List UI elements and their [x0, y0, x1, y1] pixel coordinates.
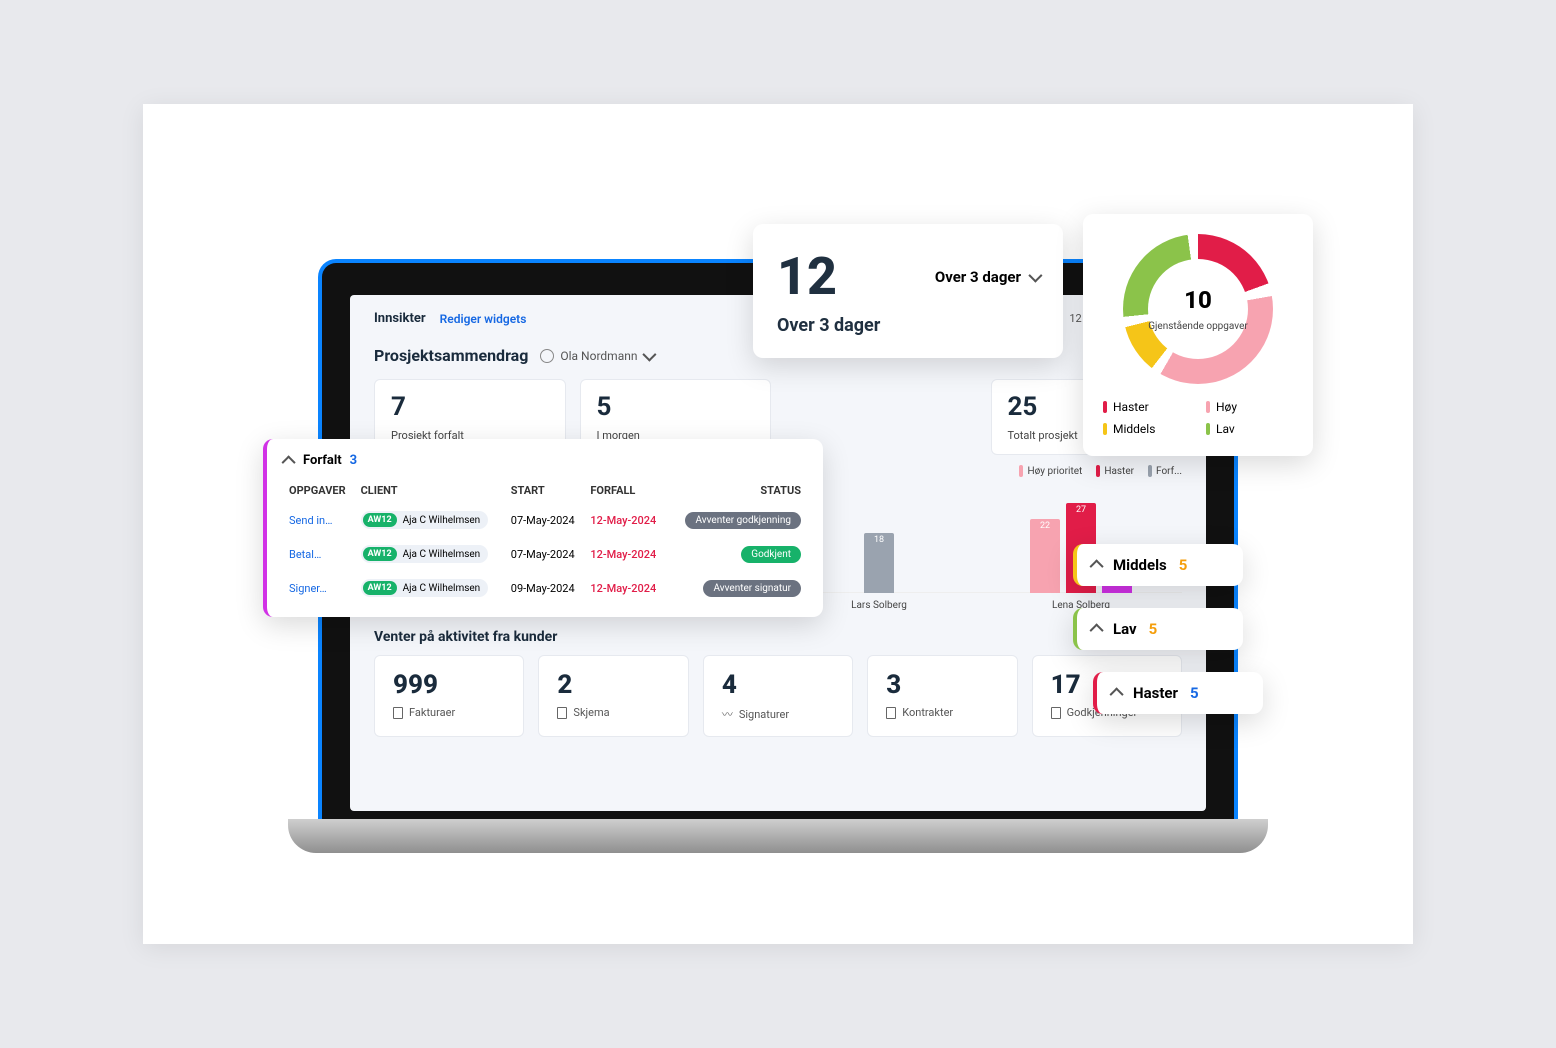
waiting-card[interactable]: 4 〰 Signaturer [703, 655, 853, 737]
document-icon [557, 707, 567, 719]
edit-widgets-link[interactable]: Rediger widgets [440, 312, 527, 326]
period-dropdown-label: Over 3 dager [935, 268, 1021, 286]
kpi-value: 7 [391, 392, 549, 422]
legend-label: Middels [1113, 422, 1155, 436]
col-header-client: CLIENT [357, 478, 507, 503]
donut-chart: 10 Gjenstående oppgaver [1123, 234, 1273, 384]
bar: 22 [1030, 519, 1060, 593]
legend-pill [1103, 423, 1107, 435]
col-header-start: START [507, 478, 587, 503]
waiting-label: Kontrakter [902, 706, 953, 719]
collapse-toggle[interactable] [282, 455, 296, 469]
task-link[interactable]: Send in… [289, 514, 332, 527]
legend-pill [1148, 465, 1152, 477]
waiting-label: Signaturer [739, 708, 789, 721]
waiting-value: 4 [722, 670, 834, 700]
chevron-down-icon [1028, 268, 1042, 282]
project-summary-heading: Prosjektsammendrag [374, 346, 528, 365]
remaining-tasks-card: 10 Gjenstående oppgaver Haster Høy Midde… [1083, 214, 1313, 456]
table-row: Signer… AW12Aja C Wilhelmsen 09-May-202412… [285, 571, 805, 605]
page-title: Innsikter [374, 311, 426, 326]
overdue-count: 12 [777, 246, 837, 307]
legend-label: Forf... [1156, 466, 1182, 477]
legend-label: Lav [1216, 422, 1235, 436]
legend-pill [1096, 465, 1100, 477]
document-icon [393, 707, 403, 719]
col-header-status: STATUS [668, 478, 805, 503]
table-row: Betal… AW12Aja C Wilhelmsen 07-May-202412-… [285, 537, 805, 571]
waiting-card[interactable]: 3 Kontrakter [867, 655, 1017, 737]
kpi-value: 5 [597, 392, 755, 422]
priority-count: 5 [1149, 620, 1158, 638]
priority-card-middels[interactable]: Middels 5 [1073, 544, 1243, 586]
cell-start: 09-May-2024 [507, 571, 587, 605]
priority-label: Lav [1113, 620, 1137, 638]
legend-label: Høy [1216, 400, 1237, 414]
waiting-value: 999 [393, 670, 505, 700]
chevron-up-icon [1110, 687, 1124, 701]
legend-label: Haster [1113, 400, 1149, 414]
legend-pill [1019, 465, 1023, 477]
legend-pill [1103, 401, 1107, 413]
waiting-value: 2 [557, 670, 669, 700]
priority-count: 5 [1190, 684, 1199, 702]
priority-label: Middels [1113, 556, 1167, 574]
table-card-title: Forfalt [303, 453, 342, 468]
status-badge: Godkjent [741, 546, 801, 563]
priority-label: Haster [1133, 684, 1178, 702]
donut-center-label: Gjenstående oppgaver [1148, 321, 1248, 332]
signature-icon: 〰 [722, 706, 733, 722]
chevron-up-icon [1090, 559, 1104, 573]
cell-start: 07-May-2024 [507, 537, 587, 571]
user-icon [540, 349, 554, 363]
cell-due: 12-May-2024 [586, 571, 668, 605]
waiting-value: 3 [886, 670, 998, 700]
legend-pill [1206, 401, 1210, 413]
legend-label: Haster [1104, 466, 1134, 477]
priority-card-haster[interactable]: Haster 5 [1093, 672, 1263, 714]
priority-card-lav[interactable]: Lav 5 [1073, 608, 1243, 650]
waiting-card[interactable]: 999 Fakturaer [374, 655, 524, 737]
col-header-task: OPPGAVER [285, 478, 357, 503]
client-pill[interactable]: AW12Aja C Wilhelmsen [361, 545, 489, 563]
cell-due: 12-May-2024 [586, 503, 668, 537]
table-card-count: 3 [350, 453, 357, 468]
overdue-subtitle: Over 3 dager [777, 315, 1039, 336]
cell-start: 07-May-2024 [507, 503, 587, 537]
task-link[interactable]: Betal… [289, 548, 321, 561]
chevron-up-icon [1090, 623, 1104, 637]
priority-count: 5 [1179, 556, 1188, 574]
client-pill[interactable]: AW12Aja C Wilhelmsen [361, 579, 489, 597]
status-badge: Avventer godkjenning [685, 512, 801, 529]
legend-label: Høy prioritet [1027, 466, 1082, 477]
legend-pill [1206, 423, 1210, 435]
status-badge: Avventer signatur [703, 580, 801, 597]
user-selector-label: Ola Nordmann [560, 349, 637, 363]
client-pill[interactable]: AW12Aja C Wilhelmsen [361, 511, 489, 529]
user-selector[interactable]: Ola Nordmann [540, 349, 653, 363]
chevron-down-icon [643, 347, 657, 361]
waiting-label: Skjema [573, 706, 609, 719]
waiting-label: Fakturaer [409, 706, 455, 719]
donut-center-value: 10 [1148, 286, 1248, 314]
bar: 18 [864, 533, 894, 593]
overdue-tasks-table-card: Forfalt 3 OPPGAVER CLIENT START FORFALL … [263, 439, 823, 617]
document-icon [1051, 707, 1061, 719]
period-dropdown[interactable]: Over 3 dager [935, 268, 1039, 286]
col-header-due: FORFALL [586, 478, 668, 503]
cell-due: 12-May-2024 [586, 537, 668, 571]
table-row: Send in… AW12Aja C Wilhelmsen 07-May-20241… [285, 503, 805, 537]
waiting-card[interactable]: 2 Skjema [538, 655, 688, 737]
document-icon [886, 707, 896, 719]
task-link[interactable]: Signer… [289, 582, 327, 595]
waiting-section-heading: Venter på aktivitet fra kunder [374, 629, 1182, 645]
kpi-label: Totalt prosjekt [1008, 429, 1078, 442]
overdue-summary-card: 12 Over 3 dager Over 3 dager [753, 224, 1063, 358]
